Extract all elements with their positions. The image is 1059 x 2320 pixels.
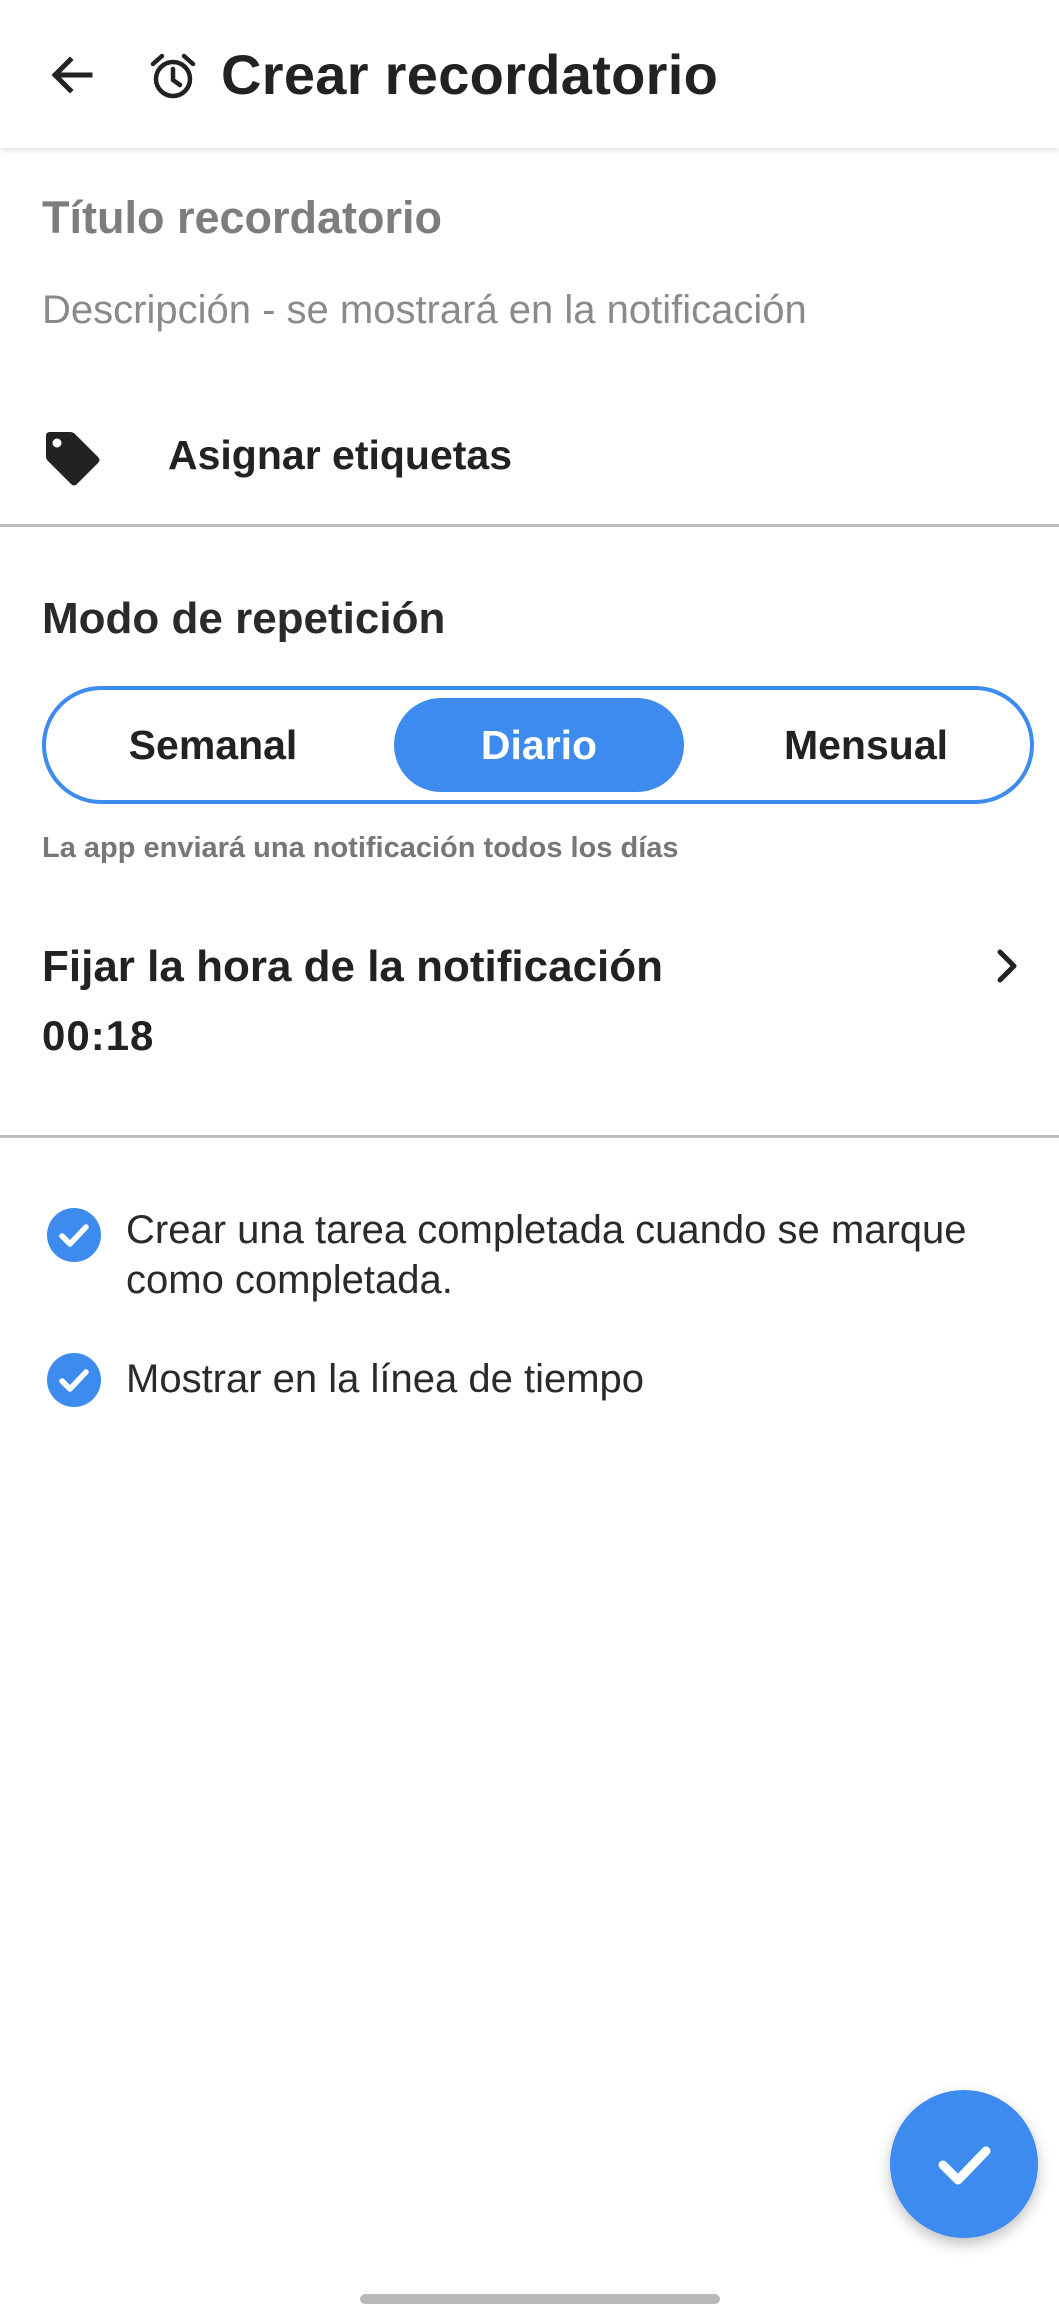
create-completed-task-label: Crear una tarea completada cuando se mar… xyxy=(126,1208,967,1302)
repeat-option-monthly[interactable]: Mensual xyxy=(706,698,1026,792)
reminder-title-input[interactable]: Título recordatorio xyxy=(42,192,1022,256)
repeat-option-daily[interactable]: Diario xyxy=(394,698,684,792)
repeat-mode-title: Modo de repetición xyxy=(42,594,446,643)
gesture-nav-bar[interactable] xyxy=(360,2294,720,2304)
checkbox-checked-icon[interactable] xyxy=(46,1207,102,1263)
repeat-mode-selector: Semanal Diario Mensual xyxy=(42,686,1034,804)
show-in-timeline-label: Mostrar en la línea de tiempo xyxy=(126,1357,645,1401)
checkbox-checked-icon[interactable] xyxy=(46,1352,102,1408)
alarm-clock-icon xyxy=(147,50,199,102)
reminder-description-input[interactable]: Descripción - se mostrará en la notifica… xyxy=(42,288,1022,342)
repeat-option-weekly[interactable]: Semanal xyxy=(54,698,372,792)
checkmark-icon xyxy=(938,2146,991,2185)
repeat-helper-text: La app enviará una notificación todos lo… xyxy=(42,832,679,864)
show-in-timeline-option[interactable]: Mostrar en la línea de tiempo xyxy=(0,1352,1059,1412)
page-title: Crear recordatorio xyxy=(221,43,719,106)
back-button[interactable] xyxy=(38,40,108,110)
create-completed-task-option[interactable]: Crear una tarea completada cuando se mar… xyxy=(0,1205,1059,1315)
divider xyxy=(0,524,1059,527)
arrow-left-icon xyxy=(51,56,93,94)
assign-tags-label: Asignar etiquetas xyxy=(168,432,513,478)
notification-time-row[interactable]: Fijar la hora de la notificación 00:18 xyxy=(0,920,1059,1070)
save-fab-button[interactable] xyxy=(890,2090,1038,2238)
tag-icon xyxy=(42,428,102,488)
assign-tags-row[interactable]: Asignar etiquetas xyxy=(0,410,1059,510)
chevron-right-icon xyxy=(988,942,1026,990)
notification-time-label: Fijar la hora de la notificación xyxy=(42,942,664,991)
notification-time-value: 00:18 xyxy=(42,1012,155,1059)
app-bar: Crear recordatorio xyxy=(0,0,1059,148)
divider xyxy=(0,1135,1059,1138)
